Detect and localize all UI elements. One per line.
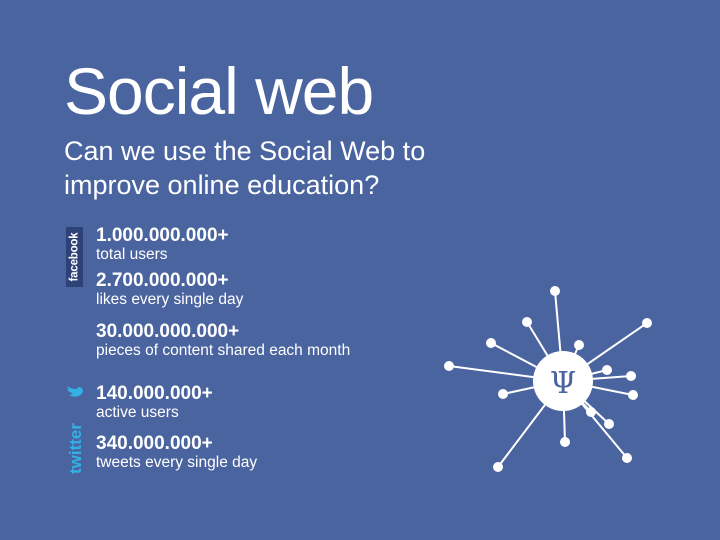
facebook-stat-total-users: 1.000.000.000+ total users: [96, 225, 229, 264]
psi-symbol-icon: Ψ: [550, 366, 576, 401]
stat-label: tweets every single day: [96, 454, 258, 471]
subtitle-line-2: improve online education?: [64, 170, 380, 200]
stat-value: 2.700.000.000+: [96, 270, 229, 291]
twitter-bird-icon: [67, 386, 83, 397]
twitter-logo: twitter: [66, 386, 85, 474]
twitter-stat-active-users: 140.000.000+ active users: [96, 383, 213, 422]
stat-label: total users: [96, 246, 168, 263]
facebook-logo-text: facebook: [68, 232, 81, 282]
network-hub-graphic: Ψ: [444, 286, 652, 472]
slide-subtitle: Can we use the Social Web to improve onl…: [64, 134, 624, 202]
facebook-stat-likes: 2.700.000.000+ likes every single day: [96, 270, 244, 309]
stat-value: 140.000.000+: [96, 383, 213, 404]
stat-label: pieces of content shared each month: [96, 342, 351, 359]
stat-value: 340.000.000+: [96, 433, 213, 454]
facebook-logo: facebook: [66, 227, 83, 287]
facebook-stat-content-shared: 30.000.000.000+ pieces of content shared…: [96, 321, 351, 360]
stat-value: 30.000.000.000+: [96, 321, 240, 342]
slide-title: Social web: [64, 54, 374, 128]
stat-label: likes every single day: [96, 291, 244, 308]
twitter-logo-text: twitter: [66, 423, 85, 474]
stat-label: active users: [96, 404, 179, 421]
twitter-stat-tweets: 340.000.000+ tweets every single day: [96, 433, 258, 472]
stat-value: 1.000.000.000+: [96, 225, 229, 246]
subtitle-line-1: Can we use the Social Web to: [64, 136, 426, 166]
